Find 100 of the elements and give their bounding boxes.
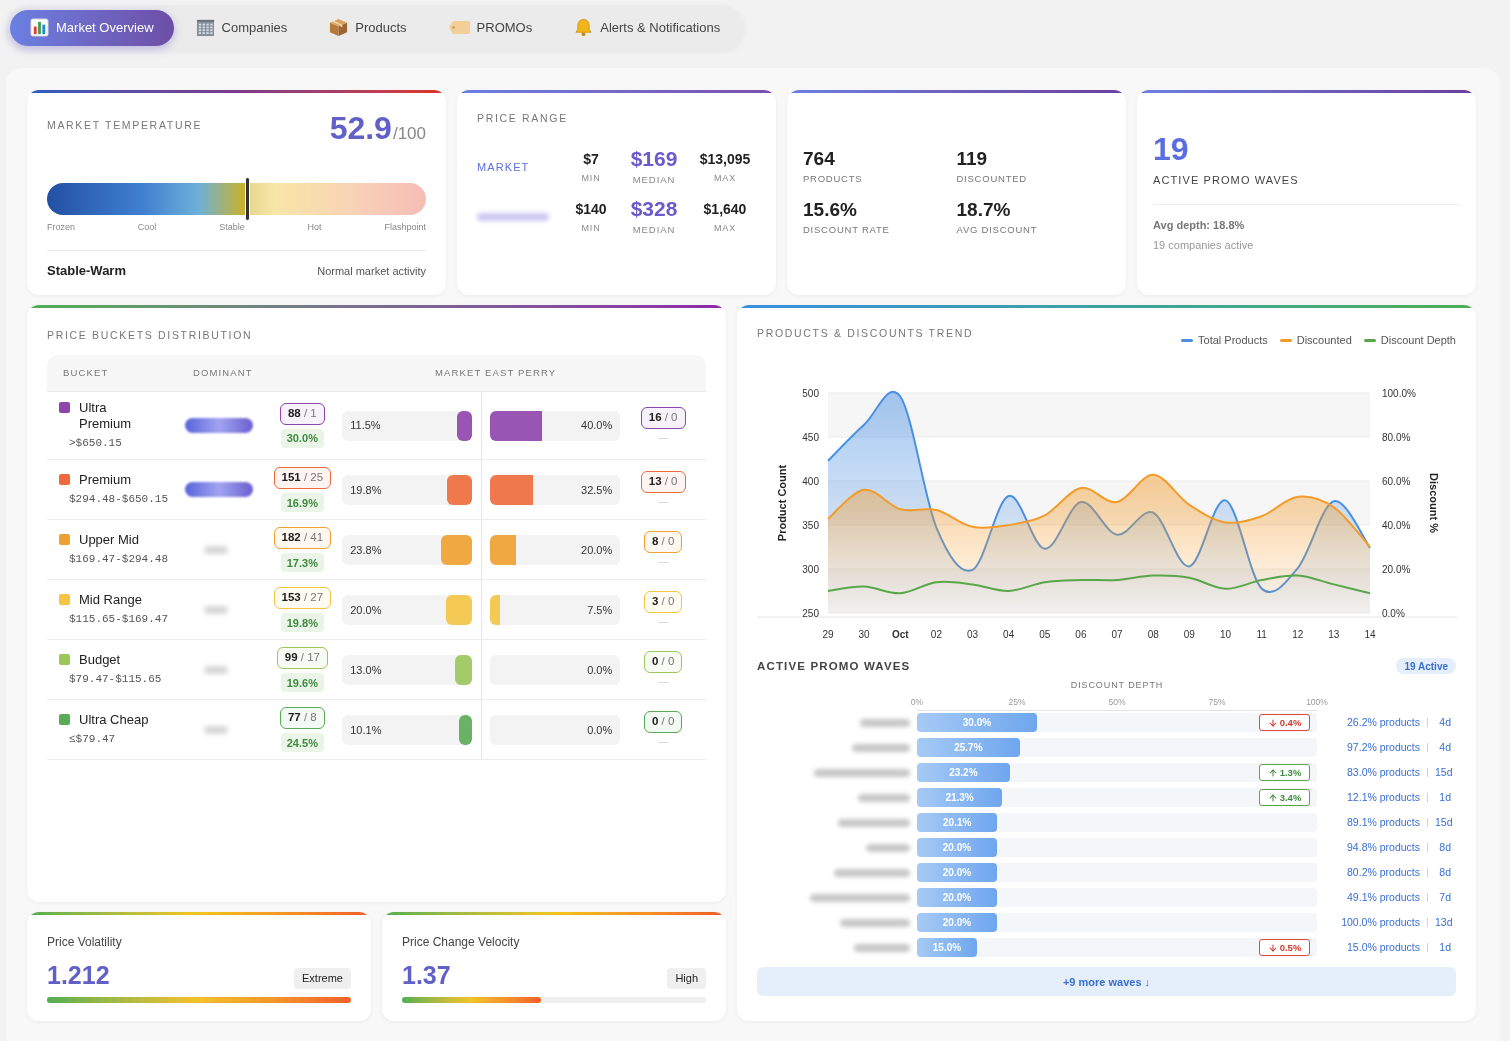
stat-label: DISCOUNT RATE <box>803 222 891 237</box>
bucket-name: Ultra Premium <box>79 399 132 432</box>
depth-value: 23.2% <box>949 766 978 781</box>
promo-count: 19 <box>1153 131 1190 166</box>
depth-value: 20.0% <box>942 841 972 856</box>
legend-label: Total Products <box>1198 333 1268 348</box>
tick-label: 06 <box>1075 628 1087 640</box>
depth-value: 21.3% <box>945 791 974 806</box>
tick-label: 60.0% <box>1382 475 1411 486</box>
column-header: MARKET EAST PERRY <box>435 365 557 380</box>
bucket-range: $169.47-$294.48 <box>68 552 170 567</box>
range-label: MARKET <box>477 159 531 175</box>
tick-label: Oct <box>891 628 909 640</box>
legend-label: Discounted <box>1296 333 1352 348</box>
companies-text: 19 companies active <box>1153 237 1255 253</box>
max-value: $1,640 <box>703 199 747 219</box>
count-badge: 182 / 41 <box>273 527 332 550</box>
bucket-name: Mid Range <box>79 592 142 608</box>
count-badge: 13 / 0 <box>640 471 686 494</box>
bucket-name: Budget <box>79 652 121 668</box>
coverage-text: 97.2% products <box>1347 739 1420 755</box>
depth-value: 15.0% <box>932 941 962 956</box>
share-value: 20.0% <box>581 542 613 558</box>
tick-label: 10 <box>1219 628 1232 640</box>
count-badge: 0 / 0 <box>643 711 683 734</box>
tick-label: 11 <box>1256 628 1267 640</box>
share-badge: 16.9% <box>280 493 324 513</box>
tick-label: 30 <box>858 628 870 640</box>
axis-title: Product Count <box>776 464 788 541</box>
coverage-text: 26.2% products <box>1347 714 1420 730</box>
count-badge: 153 / 27 <box>273 587 332 610</box>
scale-label: Flashpoint <box>384 220 426 234</box>
median-value: $169 <box>630 146 678 171</box>
share-badge: 24.5% <box>280 733 324 753</box>
bucket-range: >$650.15 <box>68 435 123 451</box>
tick-label: 0.0% <box>1382 607 1405 618</box>
tick-label: 80.0% <box>1382 431 1411 442</box>
stat-value: 15.6% <box>803 198 858 221</box>
min-value: $7 <box>583 149 599 169</box>
tick-label: 450 <box>802 431 819 442</box>
count-badge: 99 / 17 <box>276 647 328 670</box>
max-value: $13,095 <box>699 149 751 169</box>
empty-value: — <box>658 616 669 629</box>
count-badge: 8 / 0 <box>643 531 683 554</box>
stat-label: MEDIAN <box>632 172 676 187</box>
scale-label: Stable <box>219 220 245 234</box>
stat-value: 119 <box>956 148 989 171</box>
temperature-scale: /100 <box>392 123 426 145</box>
column-header: BUCKET <box>62 365 110 380</box>
coverage-text: 80.2% products <box>1347 864 1420 880</box>
empty-value: — <box>658 432 669 444</box>
scale-label: Cool <box>137 220 157 234</box>
tick-label: 75% <box>1208 696 1226 709</box>
change-value: 0.5% <box>1279 940 1302 955</box>
depth-value: 25.7% <box>954 741 983 756</box>
column-header: DOMINANT <box>193 365 254 380</box>
share-badge: 30.0% <box>280 429 324 448</box>
share-value: 19.8% <box>350 482 382 498</box>
level-badge: Extreme <box>294 968 351 989</box>
tick-label: 29 <box>822 628 834 640</box>
tick-label: 350 <box>802 519 819 530</box>
bucket-range: $79.47-$115.65 <box>68 672 163 687</box>
tick-label: 04 <box>1003 628 1015 640</box>
coverage-text: 89.1% products <box>1347 814 1420 830</box>
tick-label: 25% <box>1008 696 1026 709</box>
tick-label: 250 <box>802 607 819 618</box>
level-badge: High <box>667 968 706 989</box>
tick-label: 500 <box>802 387 819 398</box>
bucket-range: ≤$79.47 <box>68 732 117 747</box>
min-value: $140 <box>575 199 607 219</box>
share-badge: 17.3% <box>280 553 324 573</box>
stat-value: 18.7% <box>956 198 1012 221</box>
change-value: 0.4% <box>1279 715 1302 730</box>
bucket-name: Upper Mid <box>79 532 139 548</box>
depth-value: 30.0% <box>962 716 992 731</box>
count-badge: 151 / 25 <box>273 467 332 490</box>
count-badge: 3 / 0 <box>643 591 683 614</box>
depth-value: 20.0% <box>942 891 972 906</box>
share-value: 20.0% <box>350 602 382 618</box>
tick-label: 02 <box>930 628 942 640</box>
legend-label: Discount Depth <box>1380 333 1456 348</box>
active-badge: 19 Active <box>1396 658 1456 675</box>
share-value: 40.0% <box>581 418 613 434</box>
change-value: 1.3% <box>1279 765 1302 780</box>
empty-value: — <box>658 496 669 509</box>
duration-text: 8d <box>1438 864 1451 880</box>
coverage-text: 83.0% products <box>1347 764 1420 780</box>
tick-label: 100.0% <box>1382 387 1416 398</box>
stat-label: MIN <box>581 221 601 235</box>
duration-text: 8d <box>1438 839 1451 855</box>
scale-label: Frozen <box>47 220 75 234</box>
duration-text: 4d <box>1438 739 1451 755</box>
axis-title: Discount % <box>1428 472 1440 533</box>
tick-label: 03 <box>966 628 979 640</box>
count-badge: 0 / 0 <box>643 651 683 674</box>
temperature-value: 52.9 <box>329 111 392 145</box>
tick-label: 08 <box>1147 628 1159 640</box>
coverage-text: 49.1% products <box>1347 889 1420 905</box>
tick-label: 13 <box>1328 628 1340 640</box>
empty-value: — <box>658 676 669 689</box>
